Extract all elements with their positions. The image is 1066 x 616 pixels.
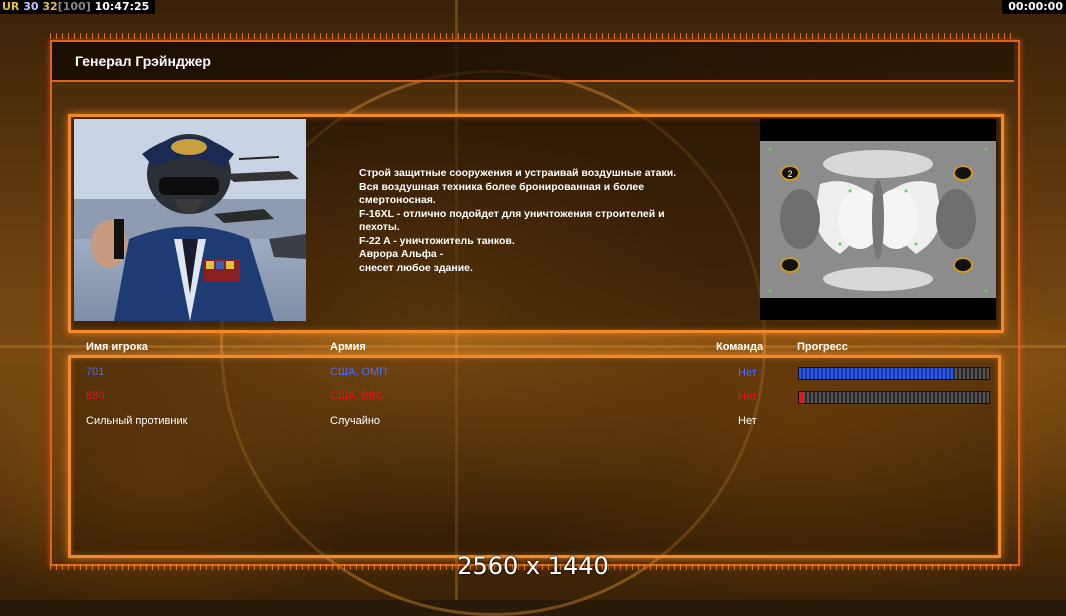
hud-value-b: 32 xyxy=(42,0,58,13)
column-header-army: Армия xyxy=(330,341,366,353)
player-army: США, ВВС xyxy=(330,390,384,402)
map-preview-image: 2 xyxy=(760,119,996,320)
player-name: 701 xyxy=(86,366,105,378)
column-header-progress: Прогресс xyxy=(797,341,848,353)
player-team: Нет xyxy=(738,391,757,403)
player-name: Сильный противник xyxy=(86,415,188,427)
frame-ruler-top xyxy=(50,33,1016,39)
map-preview[interactable]: 2 xyxy=(760,119,996,320)
player-team: Нет xyxy=(738,415,757,427)
column-header-player: Имя игрока xyxy=(86,341,148,353)
map-start-marker-label: 2 xyxy=(787,169,792,179)
hud-clock: 10:47:25 xyxy=(94,0,150,13)
player-army: Случайно xyxy=(330,415,381,427)
resolution-overlay-label: 2560 x 1440 xyxy=(457,552,609,580)
hud-stats: UR 30 32[100] 10:47:25 xyxy=(0,0,156,14)
hud-ur-label: UR xyxy=(2,0,20,13)
general-title: Генерал Грэйнджер xyxy=(75,53,211,69)
player-progress-fill xyxy=(799,392,803,403)
portrait-image xyxy=(74,119,306,321)
players-panel xyxy=(68,355,1001,558)
hud-value-c: [100] xyxy=(57,0,91,13)
player-progress-fill xyxy=(799,368,953,379)
hud-timer: 00:00:00 xyxy=(1002,0,1066,14)
player-progress-bar xyxy=(798,367,990,380)
hud-value-a: 30 xyxy=(23,0,39,13)
player-name: 880 xyxy=(86,390,105,402)
column-header-team: Команда xyxy=(716,341,764,353)
player-progress-bar xyxy=(798,391,990,404)
player-army: США, ОМП xyxy=(330,366,388,378)
player-team: Нет xyxy=(738,367,757,379)
general-portrait xyxy=(74,119,306,321)
general-briefing-text: Строй защитные сооружения и устраивай во… xyxy=(359,167,677,274)
